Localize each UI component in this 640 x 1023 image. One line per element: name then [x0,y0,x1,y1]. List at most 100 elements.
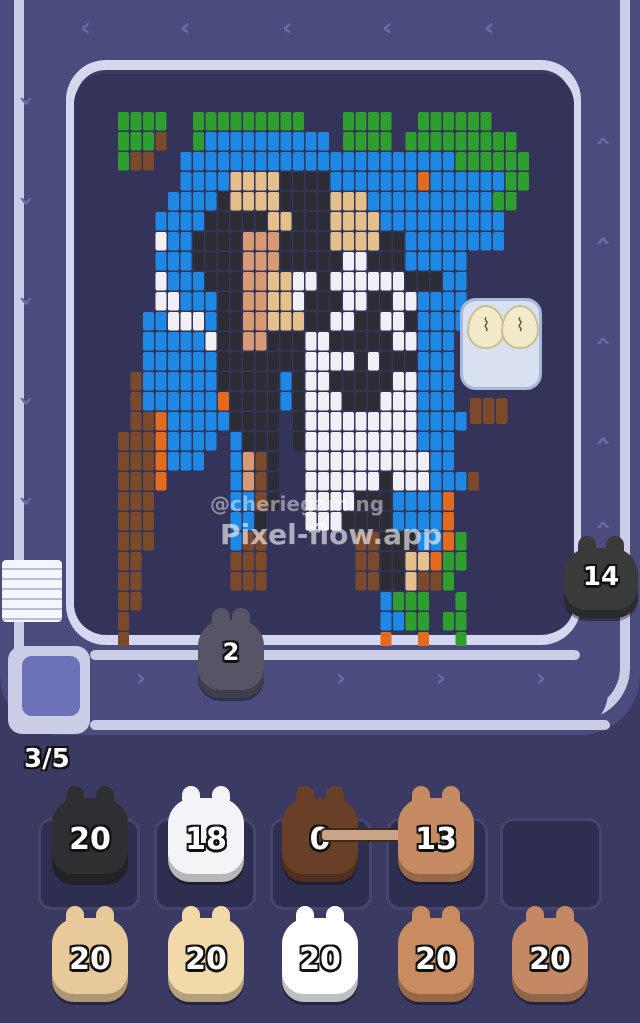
pixel-tile [430,572,442,591]
pixel-tile [368,152,379,171]
pixel-tile [418,392,429,411]
queue-shooter[interactable]: 20 [282,906,358,1002]
pixel-tile [393,412,404,431]
pixel-tile [243,412,254,431]
launcher-coil-icon[interactable] [22,656,80,716]
pixel-tile [155,132,167,151]
pixel-tile [205,332,217,351]
pixel-tile [405,432,417,451]
pixel-tile [418,612,429,631]
pixel-tile [443,112,454,131]
pixel-tile [405,172,417,191]
pixel-tile [318,432,329,451]
conveyor-shooter[interactable]: 14 [564,536,638,618]
queue-shooter[interactable]: 20 [512,906,588,1002]
pixel-tile [330,312,342,331]
slot-shooter[interactable]: 18 [168,786,244,882]
pixel-tile [268,192,279,211]
pixel-tile [118,512,129,531]
pixel-tile [393,192,404,211]
pixel-tile [193,112,204,131]
slot-shooter[interactable]: 13 [398,786,474,882]
pixel-tile [143,412,154,431]
pixel-tile [130,452,142,471]
shooter-count: 20 [69,822,111,857]
pixel-tile [343,192,354,211]
pixel-tile [230,372,242,391]
pixel-tile [330,172,342,191]
pixel-tile [430,252,442,271]
pixel-tile [343,212,354,231]
pixel-tile [468,172,479,191]
pixel-tile [418,272,429,291]
queue-shooter[interactable]: 20 [168,906,244,1002]
pixel-tile [393,552,404,571]
pixel-tile [305,192,317,211]
pixel-tile [268,352,279,371]
pixel-tile [155,292,167,311]
pixel-tile [168,352,179,371]
pixel-tile [193,352,204,371]
pixel-tile [480,152,492,171]
empty-slot[interactable] [500,818,602,910]
pixel-tile [205,392,217,411]
pixel-tile [330,352,342,371]
queue-shooter[interactable]: 20 [52,906,128,1002]
pixel-tile [255,192,267,211]
pixel-tile [343,452,354,471]
pixel-tile [443,412,454,431]
pixel-tile [218,172,229,191]
slot-shooter[interactable]: 20 [52,786,128,882]
pixel-tile [130,592,142,611]
pixel-tile [330,272,342,291]
pixel-tile [293,112,304,131]
pixel-tile [368,172,379,191]
shooter-count: 20 [185,942,227,977]
queue-shooter[interactable]: 20 [398,906,474,1002]
pixel-tile [168,252,179,271]
pixel-tile [470,398,482,424]
pixel-tile [493,152,504,171]
pixel-tile [318,392,329,411]
pixel-tile [230,292,242,311]
pixel-tile [268,212,279,231]
pixel-tile [168,432,179,451]
pixel-tile [355,292,367,311]
pixel-tile [355,212,367,231]
pixel-tile [355,312,367,331]
pixel-tile [130,152,142,171]
pixel-tile [455,132,467,151]
pixel-tile [443,252,454,271]
pixel-tile [355,472,367,491]
pixel-tile [230,312,242,331]
pixel-tile [230,392,242,411]
pixel-tile [193,272,204,291]
pixel-tile [193,372,204,391]
pixel-tile [318,292,329,311]
pixel-tile [168,372,179,391]
pixel-tile [180,412,192,431]
pixel-tile [280,112,292,131]
conveyor-shooter[interactable]: 2 [198,608,264,698]
pixel-tile [143,312,154,331]
pixel-tile [155,232,167,251]
pixel-tile [455,592,467,611]
pixel-tile [480,172,492,191]
pixel-tile [380,212,392,231]
pixel-tile [368,392,379,411]
pixel-tile [380,152,392,171]
pixel-tile [130,472,142,491]
pixel-tile [430,232,442,251]
pixel-tile [168,272,179,291]
pixel-tile [243,172,254,191]
pixel-tile [343,412,354,431]
pixel-tile [418,212,429,231]
pixel-tile [430,272,442,291]
pixel-tile [368,352,379,371]
pixel-tile [268,132,279,151]
pixel-tile [505,152,517,171]
pixel-tile [193,312,204,331]
pixel-tile [293,152,304,171]
pixel-tile [355,552,367,571]
pixel-tile [243,112,254,131]
